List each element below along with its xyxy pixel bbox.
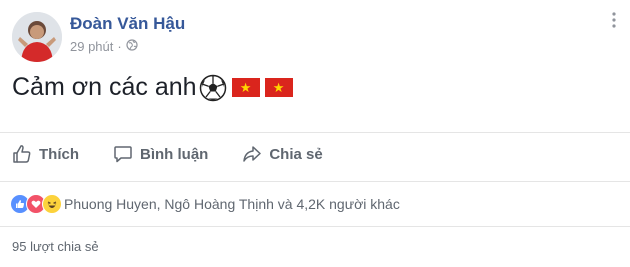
- reaction-icons: [10, 194, 62, 214]
- share-count[interactable]: 95 lượt chia sẻ: [12, 239, 99, 254]
- thumbs-up-icon: [13, 145, 31, 163]
- vietnam-flag-icon: ★: [264, 78, 293, 97]
- haha-reaction-icon: [42, 194, 62, 214]
- post-meta: 29 phút ·: [70, 39, 138, 54]
- reactions-summary[interactable]: Phuong Huyen, Ngô Hoàng Thịnh và 4,2K ng…: [10, 194, 400, 214]
- globe-icon[interactable]: [126, 39, 138, 54]
- avatar[interactable]: [12, 12, 62, 62]
- like-label: Thích: [39, 145, 79, 163]
- more-options-button[interactable]: [612, 12, 616, 31]
- comment-label: Bình luận: [140, 145, 209, 163]
- more-dots-icon: [612, 12, 616, 28]
- reactions-text: Phuong Huyen, Ngô Hoàng Thịnh và 4,2K ng…: [64, 196, 400, 212]
- share-button[interactable]: Chia sẻ: [242, 144, 323, 164]
- divider: [0, 226, 630, 227]
- post-text: Cảm ơn các anh ★ ★: [12, 73, 293, 102]
- timestamp[interactable]: 29 phút: [70, 39, 113, 54]
- facebook-post: Đoàn Văn Hậu 29 phút · Cảm ơn các anh ★ …: [0, 0, 630, 267]
- meta-separator: ·: [117, 39, 122, 54]
- post-actions: Thích Bình luận Chia sẻ: [12, 144, 357, 164]
- soccer-ball-icon: [199, 74, 226, 101]
- author-name[interactable]: Đoàn Văn Hậu: [70, 14, 185, 34]
- share-arrow-icon: [243, 146, 262, 162]
- post-emojis: ★ ★: [199, 74, 293, 102]
- post-text-content: Cảm ơn các anh: [12, 73, 197, 101]
- divider: [0, 132, 630, 133]
- share-label: Chia sẻ: [269, 145, 323, 163]
- comment-icon: [114, 146, 132, 163]
- comment-button[interactable]: Bình luận: [113, 144, 208, 164]
- vietnam-flag-icon: ★: [231, 78, 260, 97]
- like-button[interactable]: Thích: [12, 144, 79, 164]
- divider: [0, 181, 630, 182]
